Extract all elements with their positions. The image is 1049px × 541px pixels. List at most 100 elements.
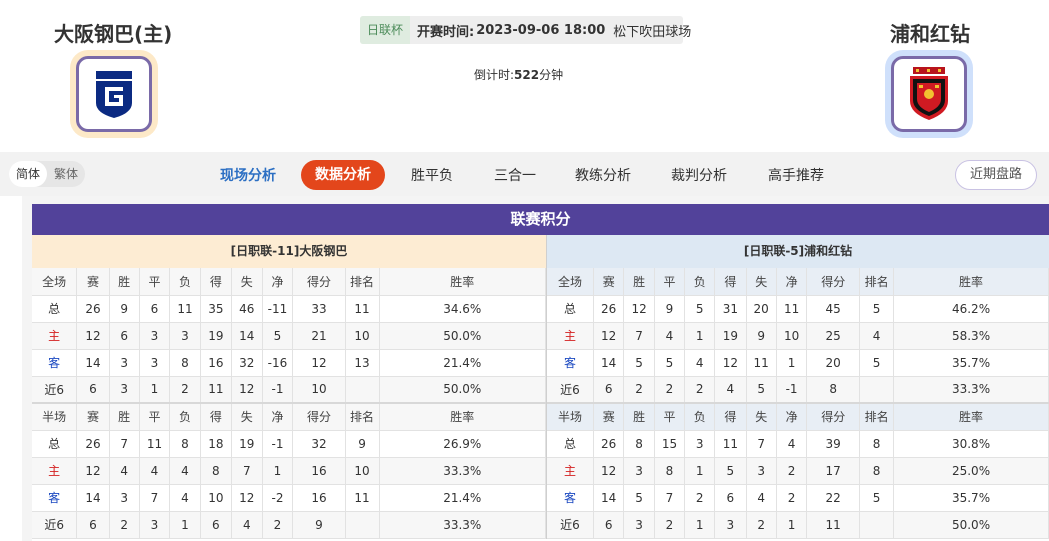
table-cell: 4 <box>654 322 686 350</box>
lang-traditional[interactable]: 繁体 <box>47 161 85 187</box>
table-row: 近6 6 3 2 1 3 2 1 11 50.0% <box>547 511 1049 539</box>
table-cell: 2 <box>654 511 686 539</box>
league-tag[interactable]: 日联杯 <box>360 16 411 44</box>
table-cell: 31 <box>714 295 747 323</box>
column-header: 排名 <box>345 268 380 296</box>
table-cell: 11 <box>746 349 777 377</box>
table-cell: 2 <box>262 511 294 539</box>
match-header: 大阪钢巴(主) 日联杯 开赛时间: 2023-09-06 18:00 松下吹田球… <box>0 0 1049 152</box>
row-type-label: 近6 <box>547 511 594 539</box>
column-header: 负 <box>684 268 716 296</box>
table-cell: 5 <box>859 295 895 323</box>
table-cell: 30.8% <box>893 430 1049 458</box>
table-cell: -2 <box>262 484 294 512</box>
table-cell: 6 <box>593 376 625 404</box>
column-header: 得 <box>200 402 233 431</box>
table-cell: 5 <box>714 457 747 485</box>
table-cell: 32 <box>292 430 346 458</box>
table-cell: 14 <box>231 322 263 350</box>
table-row: 客 14 3 3 8 16 32 -16 12 13 21.4% <box>32 349 547 377</box>
column-header: 失 <box>746 268 777 296</box>
table-cell: 46 <box>231 295 263 323</box>
table-cell: 3 <box>109 376 140 404</box>
table-cell: 9 <box>109 295 140 323</box>
table-cell: 2 <box>684 376 716 404</box>
table-cell: 3 <box>109 349 140 377</box>
column-header: 胜 <box>109 268 140 296</box>
table-cell: 4 <box>169 484 201 512</box>
table-cell: 8 <box>200 457 233 485</box>
tab-live-analysis[interactable]: 现场分析 <box>220 162 276 190</box>
row-type-label: 近6 <box>547 376 594 404</box>
countdown-label: 倒计时: <box>474 68 515 82</box>
table-cell: 21 <box>292 322 346 350</box>
table-cell: 33.3% <box>379 457 547 485</box>
table-cell: 17 <box>806 457 861 485</box>
table-cell: 4 <box>714 376 747 404</box>
column-header: 净 <box>776 268 808 296</box>
column-header: 得 <box>714 402 747 431</box>
table-cell: 35.7% <box>893 349 1049 377</box>
table-cell: 6 <box>139 295 171 323</box>
tab-win-draw-lose[interactable]: 胜平负 <box>411 162 453 190</box>
table-cell: 6 <box>76 376 110 404</box>
recent-odds-button[interactable]: 近期盘路 <box>955 160 1037 190</box>
match-info-bar: 日联杯 开赛时间: 2023-09-06 18:00 松下吹田球场 <box>360 16 691 44</box>
row-type-label: 总 <box>547 430 594 458</box>
tab-referee-analysis[interactable]: 裁判分析 <box>671 162 727 190</box>
tab-data-analysis[interactable]: 数据分析 <box>301 160 385 190</box>
column-header: 失 <box>746 402 777 431</box>
table-cell: 11 <box>806 511 861 539</box>
table-cell: 7 <box>746 430 777 458</box>
table-cell: 8 <box>654 457 686 485</box>
table-cell: 2 <box>684 484 716 512</box>
section-title: 联赛积分 <box>32 204 1049 235</box>
table-cell: 11 <box>345 484 380 512</box>
kickoff-label: 开赛时间: <box>417 24 475 40</box>
table-cell: 10 <box>292 376 346 404</box>
row-type-label: 客 <box>547 349 594 377</box>
row-type-label: 近6 <box>32 376 78 404</box>
column-header: 净 <box>262 402 294 431</box>
tab-coach-analysis[interactable]: 教练分析 <box>575 162 631 190</box>
lang-simplified[interactable]: 简体 <box>9 161 48 187</box>
table-cell: 12 <box>593 322 625 350</box>
table-cell: 2 <box>623 376 655 404</box>
table-cell: 19 <box>714 322 747 350</box>
table-cell: 50.0% <box>379 322 547 350</box>
table-cell: 5 <box>654 349 686 377</box>
table-cell: 1 <box>262 457 294 485</box>
table-cell: 33.3% <box>893 376 1049 404</box>
table-cell: 19 <box>231 430 263 458</box>
table-cell: 10 <box>345 457 380 485</box>
tab-three-in-one[interactable]: 三合一 <box>494 162 536 190</box>
table-cell: 12 <box>593 457 625 485</box>
column-header: 赛 <box>593 268 625 296</box>
table-cell: 5 <box>623 349 655 377</box>
table-cell <box>859 376 895 404</box>
home-standings-title: [日职联-11]大阪钢巴 <box>32 235 546 268</box>
table-cell: 12 <box>623 295 655 323</box>
table-cell: 46.2% <box>893 295 1049 323</box>
table-cell: 12 <box>231 376 263 404</box>
table-cell: 9 <box>292 511 346 539</box>
home-team-logo[interactable] <box>70 50 158 138</box>
table-cell: 1 <box>169 511 201 539</box>
table-cell: 6 <box>76 511 110 539</box>
home-team-name[interactable]: 大阪钢巴(主) <box>54 18 172 47</box>
away-team-logo[interactable] <box>885 50 973 138</box>
table-cell: 14 <box>76 484 110 512</box>
table-cell: 2 <box>776 484 808 512</box>
tab-expert-tips[interactable]: 高手推荐 <box>768 162 824 190</box>
table-row: 总 26 12 9 5 31 20 11 45 5 46.2% <box>547 295 1049 323</box>
table-cell: 1 <box>776 511 808 539</box>
away-team-name[interactable]: 浦和红钻 <box>890 18 970 47</box>
table-cell: -1 <box>776 376 808 404</box>
table-cell: 16 <box>200 349 233 377</box>
row-type-label: 主 <box>32 322 78 350</box>
table-row: 近6 6 3 1 2 11 12 -1 10 50.0% <box>32 376 547 404</box>
table-cell: 19 <box>200 322 233 350</box>
table-cell: 2 <box>746 511 777 539</box>
countdown-value: 522 <box>514 68 540 82</box>
table-cell: 6 <box>714 484 747 512</box>
